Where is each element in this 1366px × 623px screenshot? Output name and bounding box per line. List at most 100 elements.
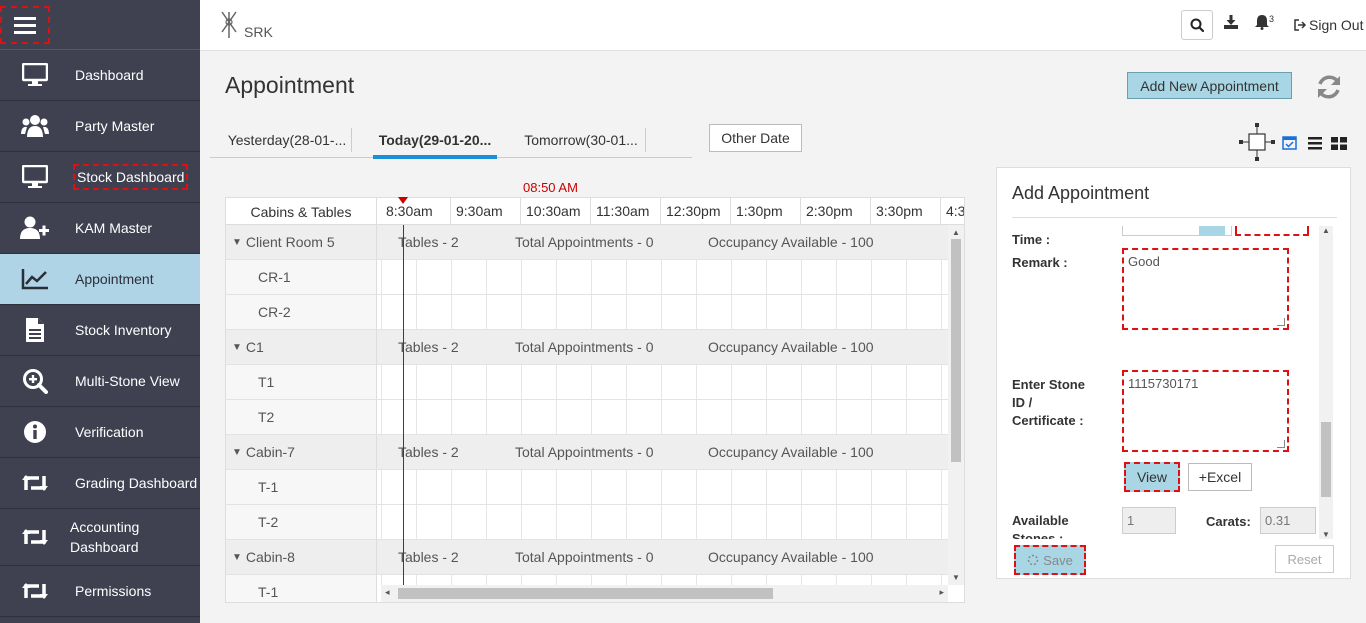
scroll-up-arrow-icon[interactable]: ▲ (1322, 226, 1330, 235)
total-appointments: Total Appointments - 0 (515, 234, 654, 250)
tab-tomorrow[interactable]: Tomorrow(30-01... (516, 122, 646, 158)
view-mode-toolbar (1238, 122, 1350, 162)
add-appointment-panel: Add Appointment Time : Remark : Good Ent… (996, 167, 1351, 579)
scroll-right-arrow-icon[interactable]: ▸ (939, 587, 944, 598)
menu-toggle-button[interactable] (0, 6, 50, 44)
sidebar-item-dashboard[interactable]: Dashboard (0, 50, 200, 101)
collapse-caret-icon[interactable]: ▼ (232, 552, 242, 563)
brand-logo[interactable]: SRK (218, 10, 273, 40)
table-name: CR-1 (226, 260, 377, 294)
cabin-name: ▼ Cabin-7 (226, 435, 377, 469)
document-icon (20, 315, 50, 345)
calendar-icon[interactable] (1282, 135, 1297, 153)
save-button[interactable]: Save (1014, 545, 1086, 575)
scroll-down-arrow-icon[interactable]: ▼ (1322, 530, 1330, 539)
scrollbar-thumb[interactable] (1321, 422, 1331, 497)
current-time-line (403, 225, 404, 585)
horizontal-scrollbar[interactable]: ◂ ▸ (381, 585, 948, 602)
stone-id-textarea[interactable]: 1115730171 (1122, 370, 1289, 452)
cabins-tables-header: Cabins & Tables (226, 198, 377, 225)
cabin-group-row[interactable]: ▼ Cabin-7 Tables - 2 Total Appointments -… (226, 435, 948, 470)
save-label: Save (1043, 552, 1073, 568)
scroll-up-arrow-icon[interactable]: ▲ (952, 228, 960, 237)
vertical-scrollbar[interactable]: ▲ ▼ (948, 225, 964, 585)
monitor-icon (20, 162, 50, 192)
remark-textarea[interactable]: Good (1122, 248, 1289, 330)
sign-out-label: Sign Out (1309, 17, 1364, 33)
scroll-down-arrow-icon[interactable]: ▼ (952, 573, 960, 582)
view-button[interactable]: View (1124, 462, 1180, 492)
table-row: CR-2 (226, 295, 948, 330)
sidebar-item-stock-inventory[interactable]: Stock Inventory (0, 305, 200, 356)
sidebar-item-stock-dashboard[interactable]: Stock Dashboard (0, 152, 200, 203)
sidebar-item-kam-master[interactable]: KAM Master (0, 203, 200, 254)
monitor-icon (20, 60, 50, 90)
carats-input[interactable]: 0.31 (1260, 507, 1316, 534)
hour-header: 2:30pm (801, 198, 871, 225)
tab-today[interactable]: Today(29-01-20... (373, 122, 497, 159)
hour-header: 9:30am (451, 198, 521, 225)
collapse-caret-icon[interactable]: ▼ (232, 237, 242, 248)
sidebar-item-accounting-dashboard[interactable]: Accounting Dashboard (0, 509, 200, 566)
sidebar-item-label: Dashboard (75, 67, 144, 83)
table-row: T-1 (226, 470, 948, 505)
sidebar-item-appointment[interactable]: Appointment (0, 254, 200, 305)
cabin-group-row[interactable]: ▼ Client Room 5 Tables - 2 Total Appointm… (226, 225, 948, 260)
hour-header: 4:3 (941, 198, 964, 225)
collapse-caret-icon[interactable]: ▼ (232, 447, 242, 458)
time-slot-cells[interactable] (381, 470, 948, 504)
zoom-in-icon (20, 366, 50, 396)
reset-button[interactable]: Reset (1275, 545, 1334, 573)
retweet-icon (20, 576, 50, 606)
grid-view-icon[interactable] (1331, 137, 1347, 153)
user-plus-icon (20, 213, 50, 243)
hour-header: 12:30pm (661, 198, 731, 225)
excel-button[interactable]: +Excel (1188, 463, 1252, 491)
bell-icon[interactable] (1255, 14, 1269, 33)
scroll-left-arrow-icon[interactable]: ◂ (385, 587, 390, 598)
sidebar-item-permissions[interactable]: Permissions (0, 566, 200, 617)
scrollbar-thumb[interactable] (398, 588, 773, 599)
stone-id-label-line: Certificate : (1012, 413, 1084, 428)
time-slot-cells[interactable] (381, 505, 948, 539)
sidebar-item-label: Permissions (75, 583, 152, 599)
sidebar-item-verification[interactable]: Verification (0, 407, 200, 458)
download-icon[interactable] (1224, 15, 1238, 32)
time-slot-cells[interactable] (381, 295, 948, 329)
time-select[interactable] (1235, 226, 1309, 236)
notification-count: 3 (1269, 14, 1275, 24)
resize-handle[interactable] (1277, 440, 1285, 448)
hour-header: 8:30am (381, 198, 451, 225)
time-slot-cells[interactable] (381, 260, 948, 294)
tables-count: Tables - 2 (398, 339, 459, 355)
time-picker-button[interactable] (1199, 226, 1225, 236)
table-row: T1 (226, 365, 948, 400)
page-title: Appointment (225, 72, 355, 98)
hour-header: 3:30pm (871, 198, 941, 225)
other-date-button[interactable]: Other Date (709, 124, 802, 152)
add-new-appointment-button[interactable]: Add New Appointment (1127, 72, 1292, 99)
sidebar-item-label: Appointment (75, 271, 154, 287)
cabin-group-row[interactable]: ▼ Cabin-8 Tables - 2 Total Appointments -… (226, 540, 948, 575)
cabin-group-row[interactable]: ▼ C1 Tables - 2 Total Appointments - 0 Oc… (226, 330, 948, 365)
hamburger-bar (14, 30, 36, 34)
tab-yesterday[interactable]: Yesterday(28-01-... (222, 122, 352, 158)
logo-text: SRK (244, 24, 273, 40)
collapse-caret-icon[interactable]: ▼ (232, 342, 242, 353)
time-slot-cells[interactable] (381, 400, 948, 434)
sidebar-item-multi-stone-view[interactable]: Multi-Stone View (0, 356, 200, 407)
tables-count: Tables - 2 (398, 549, 459, 565)
resize-handle[interactable] (1277, 318, 1285, 326)
scrollbar-thumb[interactable] (951, 239, 961, 462)
sidebar-item-grading-dashboard[interactable]: Grading Dashboard (0, 458, 200, 509)
form-scrollbar[interactable]: ▲ ▼ (1319, 226, 1333, 539)
list-view-icon[interactable] (1308, 137, 1322, 153)
time-slot-cells[interactable] (381, 365, 948, 399)
timeline-view-icon[interactable] (1238, 122, 1276, 165)
occupancy-available: Occupancy Available - 100 (708, 444, 874, 460)
sign-out-link[interactable]: Sign Out (1294, 17, 1363, 33)
refresh-icon[interactable] (1314, 72, 1344, 105)
available-stones-input[interactable]: 1 (1122, 507, 1176, 534)
search-button[interactable] (1181, 10, 1213, 40)
sidebar-item-party-master[interactable]: Party Master (0, 101, 200, 152)
